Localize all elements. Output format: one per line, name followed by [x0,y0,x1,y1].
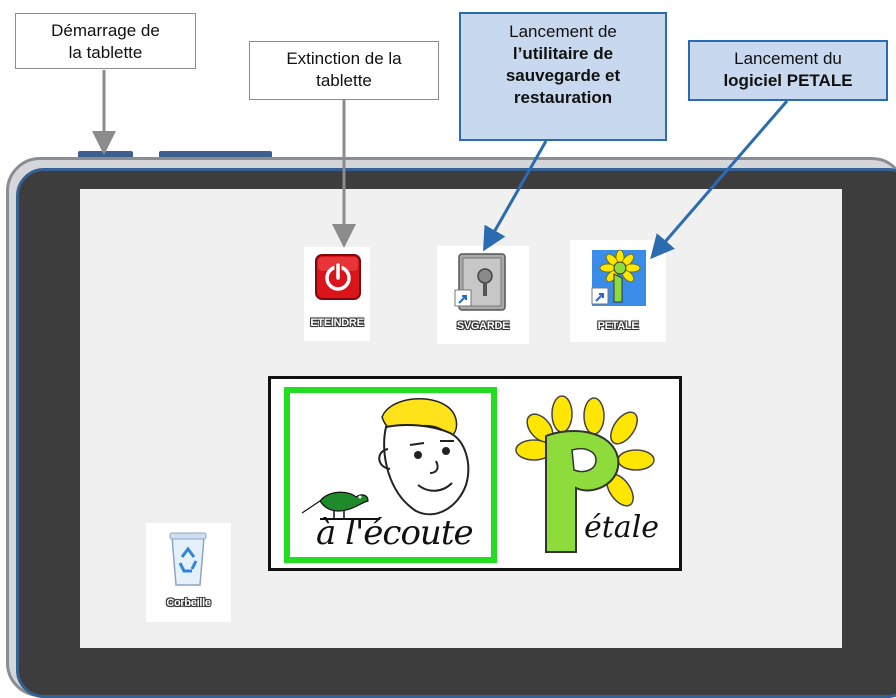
ecoute-logo[interactable]: à l'écoute [284,387,497,563]
desktop-icon-eteindre[interactable]: ETEINDRE [304,247,370,341]
power-icon [315,254,361,300]
callout-petale-line2: logiciel PETALE [723,71,853,90]
callout-backup-line1: Lancement de [509,22,617,41]
safe-icon [454,253,506,311]
callout-shutdown: Extinction de la tablette [249,41,439,100]
petale-logo-text: étale [584,510,660,545]
desktop-icon-svgarde[interactable]: SVGARDE [437,246,529,344]
callout-petale-line1: Lancement du [734,49,842,68]
callout-shutdown-line1: Extinction de la [286,49,402,68]
petale-logo[interactable]: étale [512,392,675,564]
callout-backup-line2: l’utilitaire de [512,44,614,63]
callout-backup-line3: sauvegarde et [505,66,621,85]
desktop-icon-petale[interactable]: PETALE [570,240,666,342]
callout-petale: Lancement du logiciel PETALE [688,40,888,101]
desktop-icon-label: ETEINDRE [310,317,364,329]
desktop-icon-label: SVGARDE [456,320,510,332]
callout-startup: Démarrage de la tablette [15,13,196,69]
recycle-bin-icon [169,532,207,586]
desktop-icon-label: Corbeille [166,597,211,609]
callout-shutdown-line2: tablette [316,71,372,90]
callout-startup-line2: la tablette [68,43,143,62]
callout-backup: Lancement de l’utilitaire de sauvegarde … [459,12,667,141]
callout-startup-line1: Démarrage de [51,21,160,40]
ecoute-logo-text: à l'écoute [316,513,474,553]
callout-backup-line4: restauration [513,88,613,107]
desktop-icon-corbeille[interactable]: Corbeille [146,523,231,622]
petale-icon [591,249,646,306]
desktop-icon-label: PETALE [597,320,639,332]
